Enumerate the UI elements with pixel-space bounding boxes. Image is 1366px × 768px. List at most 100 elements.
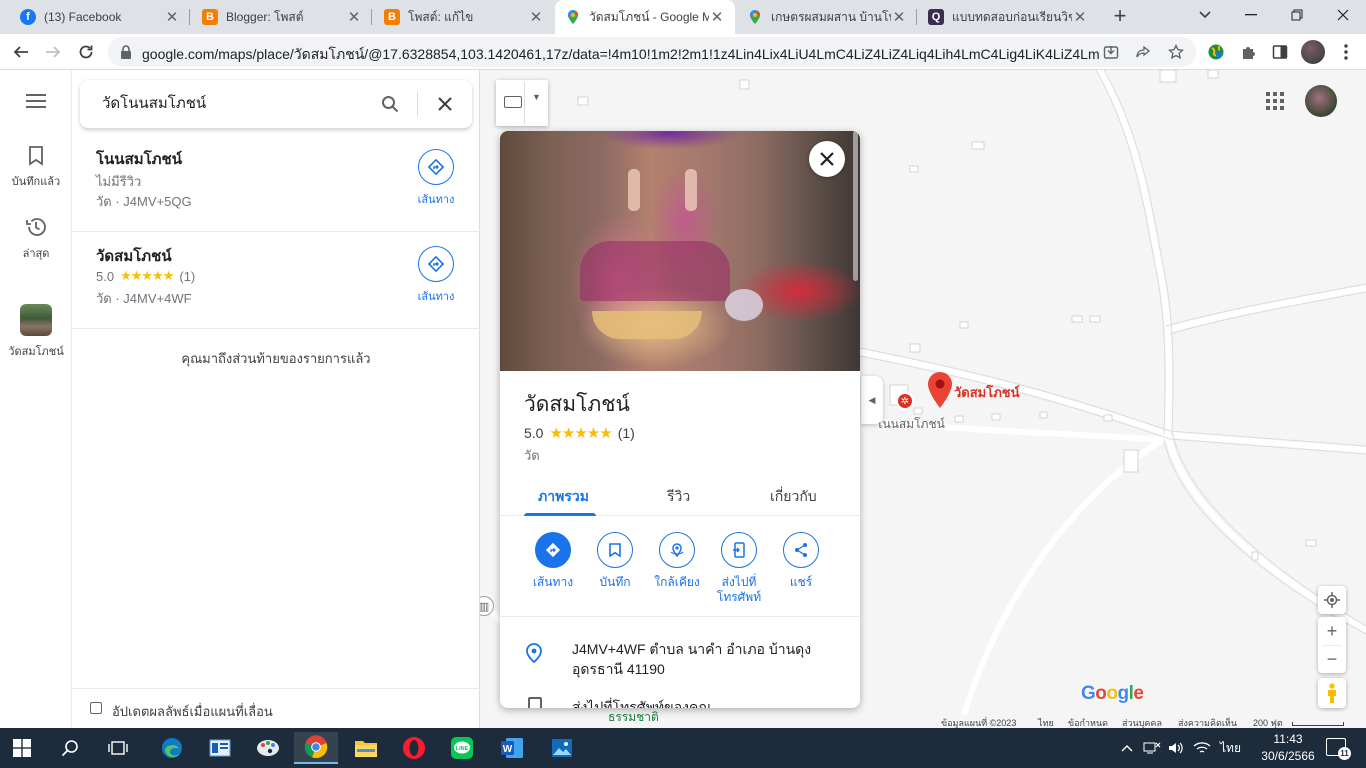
send-to-phone-button[interactable]: ส่งไปที่โทรศัพท์ xyxy=(707,532,771,605)
nearby-button[interactable]: ใกล้เคียง xyxy=(645,532,709,590)
send-to-phone-row[interactable]: ส่งไปที่โทรศัพท์ของคุณ xyxy=(572,697,711,708)
browser-tab-facebook[interactable]: f (13) Facebook ✕ xyxy=(10,0,190,34)
zoom-in-button[interactable]: + xyxy=(1327,618,1338,645)
edge-app[interactable] xyxy=(150,732,194,764)
back-button[interactable] xyxy=(8,39,34,65)
close-tab-icon[interactable]: ✕ xyxy=(891,8,907,26)
close-tab-icon[interactable]: ✕ xyxy=(528,8,544,26)
result-name[interactable]: วัดสมโภชน์ xyxy=(96,244,172,268)
word-app[interactable]: W xyxy=(490,732,534,764)
temple-poi-icon[interactable]: ✲ xyxy=(896,392,914,410)
scale-label[interactable]: 200 ฟุต xyxy=(1253,716,1283,728)
minimize-button[interactable] xyxy=(1228,0,1274,30)
map-pin-icon[interactable] xyxy=(928,372,952,411)
search-icon[interactable] xyxy=(378,92,402,116)
directions-button[interactable]: เส้นทาง xyxy=(416,149,456,208)
update-results-label[interactable]: อัปเดตผลลัพธ์เมื่อแผนที่เลื่อน xyxy=(112,701,273,722)
url-text[interactable]: google.com/maps/place/วัดสมโภชน์/@17.632… xyxy=(142,44,1100,66)
photo-scrollbar[interactable] xyxy=(853,131,858,281)
start-button[interactable] xyxy=(0,732,44,764)
search-input[interactable] xyxy=(102,94,362,111)
extensions-puzzle-icon[interactable] xyxy=(1237,41,1259,63)
map-pin-label[interactable]: วัดสมโภชน์ xyxy=(954,382,1020,403)
tab-search-chevron-icon[interactable] xyxy=(1182,0,1228,30)
result-name[interactable]: โนนสมโภชน์ xyxy=(96,147,182,171)
directions-button[interactable]: เส้นทาง xyxy=(416,246,456,305)
tab-title: วัดสมโภชน์ - Google Ma xyxy=(589,9,709,24)
save-button[interactable]: บันทึก xyxy=(583,532,647,590)
photos-app[interactable] xyxy=(540,732,584,764)
volume-icon[interactable] xyxy=(1167,728,1185,768)
feedback-link[interactable]: ส่งความคิดเห็น xyxy=(1178,716,1237,728)
browser-tab-blogger-posts[interactable]: B Blogger: โพสต์ ✕ xyxy=(192,0,372,34)
install-app-icon[interactable] xyxy=(1101,42,1121,62)
close-window-button[interactable] xyxy=(1320,0,1366,30)
profile-avatar[interactable] xyxy=(1301,40,1325,64)
app-window-taskbar[interactable] xyxy=(198,732,242,764)
chrome-menu-icon[interactable] xyxy=(1335,41,1357,63)
my-location-button[interactable] xyxy=(1318,586,1346,614)
privacy-link[interactable]: ส่วนบุคคล xyxy=(1122,716,1162,728)
rail-saved[interactable]: บันทึกแล้ว xyxy=(0,146,72,190)
close-tab-icon[interactable]: ✕ xyxy=(164,8,180,26)
rail-recent[interactable]: ล่าสุด xyxy=(0,216,72,262)
directions-button[interactable]: เส้นทาง xyxy=(521,532,585,590)
lock-icon[interactable] xyxy=(117,43,135,61)
tab-overview[interactable]: ภาพรวม xyxy=(538,486,589,508)
restore-button[interactable] xyxy=(1274,0,1320,30)
task-view-button[interactable] xyxy=(96,732,140,764)
review-count[interactable]: (1) xyxy=(179,269,195,284)
clear-search-icon[interactable] xyxy=(433,92,457,116)
google-apps-icon[interactable] xyxy=(1266,92,1284,110)
tab-about[interactable]: เกี่ยวกับ xyxy=(770,486,817,508)
address-bar[interactable]: google.com/maps/place/วัดสมโภชน์/@17.632… xyxy=(108,37,1196,67)
poi-label[interactable]: โนนสมโภชน์ xyxy=(876,415,945,434)
network-icon[interactable] xyxy=(1143,728,1161,768)
browser-tab-maps-active[interactable]: วัดสมโภชน์ - Google Ma ✕ xyxy=(555,0,735,34)
review-count[interactable]: (1) xyxy=(618,425,635,441)
result-item[interactable]: วัดสมโภชน์ 5.0 ★★★★★ (1) วัด · J4MV+4WF … xyxy=(72,232,480,329)
browser-tab-blogger-edit[interactable]: B โพสต์: แก้ไข ✕ xyxy=(374,0,554,34)
place-address[interactable]: J4MV+4WF ตำบล นาคำ อำเภอ บ้านดุง อุดรธาน… xyxy=(572,639,832,679)
taskbar-clock[interactable]: 11:43 30/6/2566 xyxy=(1256,731,1320,765)
rail-recent-place[interactable]: วัดสมโภชน์ xyxy=(0,304,72,360)
close-card-button[interactable] xyxy=(809,141,845,177)
show-hidden-icons[interactable] xyxy=(1121,728,1133,768)
terms-link[interactable]: ข้อกำหนด xyxy=(1068,716,1108,728)
tab-reviews[interactable]: รีวิว xyxy=(667,486,690,508)
input-tools-button[interactable]: ▼ xyxy=(496,80,548,126)
chrome-app[interactable] xyxy=(294,732,338,764)
new-tab-button[interactable]: + xyxy=(1108,4,1132,28)
browser-tab-maps-2[interactable]: เกษตรผสมผสาน บ้านโนนสม ✕ xyxy=(737,0,917,34)
bookmark-star-icon[interactable] xyxy=(1166,42,1186,62)
opera-app[interactable] xyxy=(392,732,436,764)
browser-tab-quizizz[interactable]: Q แบบทดสอบก่อนเรียนวิชา ✕ xyxy=(918,0,1098,34)
close-tab-icon[interactable]: ✕ xyxy=(1072,8,1088,26)
forward-button[interactable] xyxy=(40,39,66,65)
update-results-checkbox[interactable] xyxy=(90,702,102,714)
extension-globe-icon[interactable] xyxy=(1205,41,1227,63)
wifi-icon[interactable] xyxy=(1193,728,1211,768)
chevron-up-icon xyxy=(1121,745,1133,752)
zoom-out-button[interactable]: − xyxy=(1327,646,1338,673)
share-button[interactable]: แชร์ xyxy=(769,532,833,590)
pegman-icon[interactable] xyxy=(1318,678,1346,708)
close-tab-icon[interactable]: ✕ xyxy=(709,8,725,26)
input-language[interactable]: ไทย xyxy=(1220,728,1241,768)
place-photo[interactable] xyxy=(500,131,860,371)
side-panel-icon[interactable] xyxy=(1269,41,1291,63)
result-item[interactable]: โนนสมโภชน์ ไม่มีรีวิว วัด · J4MV+5QG เส้… xyxy=(72,135,480,232)
place-category[interactable]: วัด xyxy=(524,445,540,466)
reload-button[interactable] xyxy=(73,39,99,65)
search-button[interactable] xyxy=(48,732,92,764)
paint-app[interactable] xyxy=(246,732,290,764)
collapse-panel-button[interactable]: ◀ xyxy=(861,376,883,424)
share-icon[interactable] xyxy=(1133,42,1153,62)
line-app[interactable]: LINE xyxy=(440,732,484,764)
language-link[interactable]: ไทย xyxy=(1038,716,1054,728)
close-tab-icon[interactable]: ✕ xyxy=(346,8,362,26)
notification-center-button[interactable]: 11 xyxy=(1326,738,1351,760)
menu-button[interactable] xyxy=(0,94,72,111)
file-explorer-app[interactable] xyxy=(344,732,388,764)
account-avatar[interactable] xyxy=(1305,85,1337,117)
